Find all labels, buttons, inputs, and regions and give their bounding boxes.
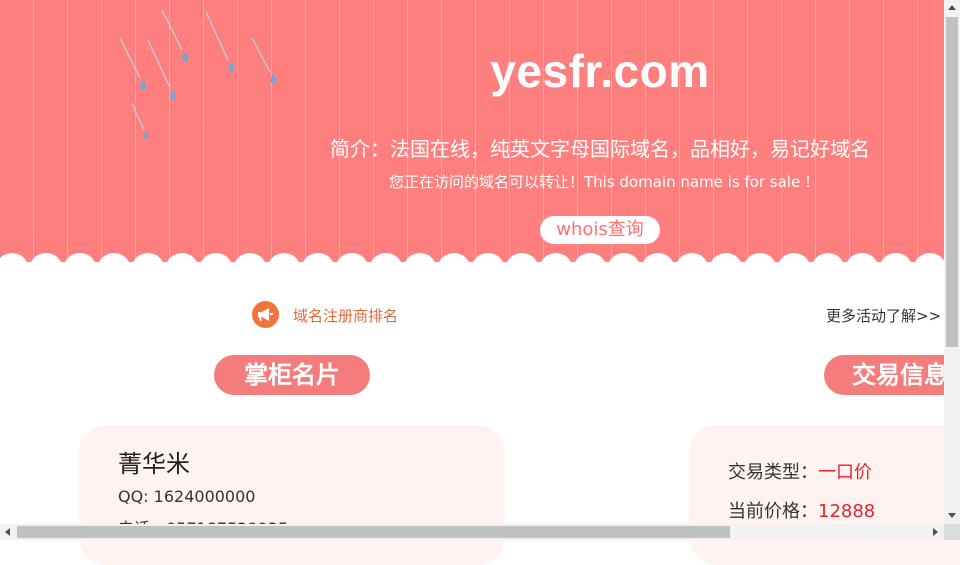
more-activities-link[interactable]: 更多活动了解>> (826, 305, 941, 326)
scrollbar-corner (944, 524, 960, 540)
trade-info-heading: 交易信息 (824, 355, 960, 395)
trade-info-card (689, 425, 960, 565)
scroll-right-arrow-icon[interactable] (933, 528, 938, 536)
rain-drops-illustration (119, 9, 277, 139)
current-price-row: 当前价格：12888 (728, 497, 875, 523)
horizontal-scrollbar[interactable] (0, 524, 944, 540)
sale-notice: 您正在访问的域名可以转让！This domain name is for sal… (388, 173, 811, 191)
trade-type-value: 一口价 (818, 462, 872, 483)
scroll-left-arrow-icon[interactable] (5, 528, 10, 536)
scalloped-edge (0, 252, 944, 262)
vertical-scroll-thumb[interactable] (946, 17, 958, 347)
whois-button[interactable]: whois查询 (540, 216, 660, 244)
site-title: yesfr.com (490, 45, 710, 97)
header-banner: yesfr.com 简介：法国在线，纯英文字母国际域名，品相好，易记好域名 您正… (0, 0, 944, 262)
current-price-value: 12888 (818, 501, 876, 522)
registrar-ranking-link[interactable]: 域名注册商排名 (293, 305, 398, 326)
horizontal-scroll-thumb[interactable] (17, 526, 730, 538)
vertical-scrollbar[interactable] (944, 0, 960, 524)
megaphone-icon (252, 301, 279, 328)
owner-card-heading: 掌柜名片 (214, 355, 370, 395)
trade-type-label: 交易类型： (728, 462, 818, 483)
domain-intro: 简介：法国在线，纯英文字母国际域名，品相好，易记好域名 (330, 137, 870, 161)
scroll-down-arrow-icon[interactable] (948, 513, 956, 518)
trade-type-row: 交易类型：一口价 (728, 458, 872, 484)
current-price-label: 当前价格： (728, 501, 818, 522)
scroll-up-arrow-icon[interactable] (948, 5, 956, 10)
owner-qq: QQ: 1624000000 (118, 487, 256, 506)
owner-name: 菁华米 (118, 450, 190, 478)
